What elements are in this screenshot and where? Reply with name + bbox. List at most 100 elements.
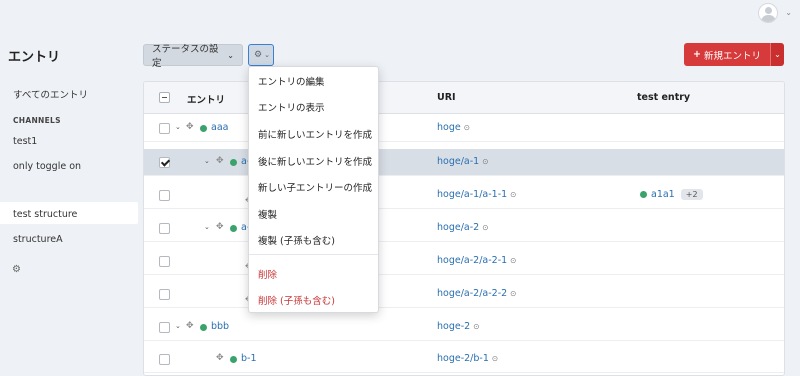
settings-gear-icon[interactable]: ⚙ [12, 264, 21, 275]
entry-uri-link[interactable]: hoge/a-2 ⊙ [437, 222, 489, 233]
menu-item-duplicate-with-descendants[interactable]: 複製 (子孫も含む) [258, 233, 335, 247]
status-setting-button[interactable]: ステータスの設定 ⌄ [143, 44, 243, 69]
status-dot [200, 324, 207, 331]
status-dot [230, 225, 237, 232]
column-header-uri: URI [437, 92, 456, 103]
menu-divider [249, 254, 378, 255]
entry-title-link[interactable]: b-1 [241, 353, 257, 364]
uri-text: hoge/a-2/a-2-2 [437, 288, 508, 299]
new-entry-dropdown-button[interactable]: ⌄ [770, 43, 784, 66]
link-icon: ⊙ [510, 289, 517, 298]
column-header-entry: エントリ [187, 95, 226, 106]
row-checkbox[interactable] [159, 157, 170, 168]
sidebar-item-all-entries[interactable]: すべてのエントリ [13, 87, 88, 101]
toggle-chevron-icon[interactable]: ⌄ [175, 123, 181, 131]
entry-uri-link[interactable]: hoge ⊙ [437, 122, 470, 133]
top-bar: ⌄ [0, 0, 800, 28]
entry-uri-link[interactable]: hoge-2/b-1 ⊙ [437, 353, 498, 364]
menu-item-create-after[interactable]: 後に新しいエントリを作成 [258, 154, 372, 168]
toggle-chevron-icon[interactable]: ⌄ [175, 322, 181, 330]
table-row[interactable]: ✥ b-1 hoge-2/b-1 ⊙ [144, 346, 784, 373]
menu-item-create-before[interactable]: 前に新しいエントリを作成 [258, 127, 372, 141]
status-dot [230, 159, 237, 166]
entry-title-link[interactable]: bbb [211, 321, 229, 332]
menu-item-create-child[interactable]: 新しい子エントリーの作成 [258, 180, 372, 194]
sidebar-item-structure[interactable]: structureA [13, 234, 63, 245]
new-entry-label: 新規エントリ [703, 50, 761, 62]
status-dot [230, 356, 237, 363]
chevron-down-icon: ⌄ [264, 51, 270, 59]
new-entry-button[interactable]: + 新規エントリ [684, 43, 770, 66]
uri-text: hoge/a-2/a-2-1 [437, 255, 508, 266]
table-row[interactable]: hoge/a-2/a-2-1 ⊙ [144, 248, 784, 275]
move-handle-icon[interactable]: ✥ [216, 353, 224, 363]
toggle-chevron-icon[interactable]: ⌄ [204, 157, 210, 165]
table-row[interactable]: ⌄ ✥ a- hoge/a-2 ⊙ [144, 215, 784, 242]
status-dot [640, 191, 647, 198]
entry-actions-menu: エントリの編集 エントリの表示 前に新しいエントリを作成 後に新しいエントリを作… [248, 66, 379, 313]
table-row[interactable]: hoge/a-2/a-2-2 ⊙ [144, 281, 784, 308]
channels-heading: CHANNELS [13, 116, 61, 125]
row-checkbox[interactable] [159, 190, 170, 201]
move-handle-icon[interactable]: ✥ [186, 321, 194, 331]
menu-item-delete-with-descendants[interactable]: 削除 (子孫も含む) [258, 293, 335, 307]
entry-title-link[interactable]: aaa [211, 122, 228, 133]
entries-table: エントリ URI test entry ⌄ ✥ aaa hoge ⊙ ⌄ ✥ a-… [143, 81, 785, 376]
entry-actions-gear-button[interactable]: ⚙ ⌄ [248, 44, 274, 66]
column-header-test-entry: test entry [637, 92, 691, 103]
table-row[interactable]: ⌄ ✥ a- hoge/a-1 ⊙ [144, 149, 784, 176]
status-dot [200, 125, 207, 132]
test-entry-link[interactable]: a1a1 [651, 189, 675, 200]
menu-item-edit-entry[interactable]: エントリの編集 [258, 74, 325, 88]
avatar-head-icon [765, 7, 772, 14]
table-row[interactable]: hoge/a-1/a-1-1 ⊙ a1a1 +2 [144, 182, 784, 209]
link-icon: ⊙ [491, 354, 499, 363]
plus-icon: + [693, 49, 701, 60]
entry-uri-link[interactable]: hoge/a-2/a-2-2 ⊙ [437, 288, 516, 299]
uri-text: hoge/a-1/a-1-1 [437, 189, 508, 200]
uri-text: hoge/a-2 [437, 222, 480, 233]
status-setting-label: ステータスの設定 [152, 44, 219, 69]
avatar-body-icon [761, 15, 776, 22]
sidebar: エントリ すべてのエントリ CHANNELS test1 only toggle… [0, 28, 138, 376]
uri-text: hoge [437, 122, 461, 133]
link-icon: ⊙ [463, 123, 471, 132]
row-checkbox[interactable] [159, 289, 170, 300]
table-header: エントリ URI test entry [144, 82, 784, 114]
sidebar-item-channel[interactable]: only toggle on [13, 161, 81, 172]
menu-item-delete[interactable]: 削除 [258, 267, 277, 281]
row-checkbox[interactable] [159, 123, 170, 134]
page-title: エントリ [8, 50, 61, 65]
move-handle-icon[interactable]: ✥ [216, 222, 224, 232]
more-count-badge: +2 [680, 189, 703, 200]
avatar[interactable] [758, 3, 778, 23]
move-handle-icon[interactable]: ✥ [186, 122, 194, 132]
row-checkbox[interactable] [159, 322, 170, 333]
uri-text: hoge/a-1 [437, 156, 480, 167]
uri-text: hoge-2 [437, 321, 471, 332]
entry-uri-link[interactable]: hoge-2 ⊙ [437, 321, 479, 332]
uri-text: hoge-2/b-1 [437, 353, 489, 364]
toggle-chevron-icon[interactable]: ⌄ [204, 223, 210, 231]
link-icon: ⊙ [473, 322, 480, 331]
entry-uri-link[interactable]: hoge/a-1/a-1-1 ⊙ [437, 189, 516, 200]
table-row[interactable]: ⌄ ✥ bbb hoge-2 ⊙ [144, 314, 784, 341]
row-checkbox[interactable] [159, 223, 170, 234]
chevron-down-icon[interactable]: ⌄ [785, 8, 792, 17]
menu-item-view-entry[interactable]: エントリの表示 [258, 100, 325, 114]
link-icon: ⊙ [510, 256, 517, 265]
entry-uri-link[interactable]: hoge/a-1 ⊙ [437, 156, 489, 167]
move-handle-icon[interactable]: ✥ [216, 156, 224, 166]
entry-uri-link[interactable]: hoge/a-2/a-2-1 ⊙ [437, 255, 516, 266]
sidebar-item-channel[interactable]: test1 [13, 136, 37, 147]
sidebar-item-structure[interactable]: test structure [13, 209, 77, 220]
link-icon: ⊙ [482, 223, 489, 232]
menu-item-duplicate[interactable]: 複製 [258, 207, 277, 221]
table-row[interactable]: ⌄ ✥ aaa hoge ⊙ [144, 115, 784, 142]
row-checkbox[interactable] [159, 256, 170, 267]
row-checkbox[interactable] [159, 354, 170, 365]
test-entry-cell[interactable]: a1a1 +2 [640, 189, 703, 200]
chevron-down-icon: ⌄ [227, 50, 234, 60]
link-icon: ⊙ [482, 157, 489, 166]
select-all-checkbox[interactable] [159, 92, 170, 103]
